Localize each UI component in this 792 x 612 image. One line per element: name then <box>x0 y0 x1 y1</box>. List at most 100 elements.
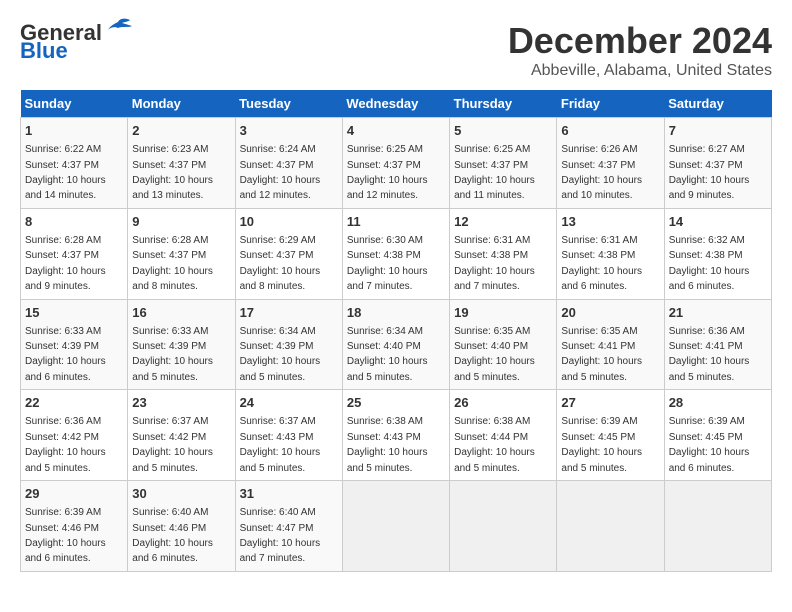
day-detail: Sunrise: 6:25 AMSunset: 4:37 PMDaylight:… <box>347 144 428 201</box>
calendar-cell: 3 Sunrise: 6:24 AMSunset: 4:37 PMDayligh… <box>235 118 342 209</box>
day-number: 4 <box>347 122 445 140</box>
day-number: 19 <box>454 304 552 322</box>
calendar-header-row: SundayMondayTuesdayWednesdayThursdayFrid… <box>21 90 772 118</box>
calendar-cell: 10 Sunrise: 6:29 AMSunset: 4:37 PMDaylig… <box>235 208 342 299</box>
day-detail: Sunrise: 6:35 AMSunset: 4:40 PMDaylight:… <box>454 326 535 383</box>
day-number: 2 <box>132 122 230 140</box>
day-detail: Sunrise: 6:39 AMSunset: 4:45 PMDaylight:… <box>669 416 750 473</box>
page-title: December 2024 <box>508 20 772 62</box>
calendar-cell: 27 Sunrise: 6:39 AMSunset: 4:45 PMDaylig… <box>557 390 664 481</box>
header-thursday: Thursday <box>450 90 557 118</box>
day-number: 15 <box>25 304 123 322</box>
calendar-week-2: 8 Sunrise: 6:28 AMSunset: 4:37 PMDayligh… <box>21 208 772 299</box>
calendar-cell: 7 Sunrise: 6:27 AMSunset: 4:37 PMDayligh… <box>664 118 771 209</box>
calendar-cell: 16 Sunrise: 6:33 AMSunset: 4:39 PMDaylig… <box>128 299 235 390</box>
calendar-cell <box>557 481 664 572</box>
calendar-week-1: 1 Sunrise: 6:22 AMSunset: 4:37 PMDayligh… <box>21 118 772 209</box>
day-detail: Sunrise: 6:28 AMSunset: 4:37 PMDaylight:… <box>25 235 106 292</box>
logo-blue: Blue <box>20 38 68 64</box>
day-detail: Sunrise: 6:36 AMSunset: 4:42 PMDaylight:… <box>25 416 106 473</box>
calendar-cell: 28 Sunrise: 6:39 AMSunset: 4:45 PMDaylig… <box>664 390 771 481</box>
day-number: 22 <box>25 394 123 412</box>
calendar-table: SundayMondayTuesdayWednesdayThursdayFrid… <box>20 90 772 572</box>
calendar-cell: 18 Sunrise: 6:34 AMSunset: 4:40 PMDaylig… <box>342 299 449 390</box>
header-saturday: Saturday <box>664 90 771 118</box>
day-detail: Sunrise: 6:40 AMSunset: 4:47 PMDaylight:… <box>240 507 321 564</box>
calendar-week-4: 22 Sunrise: 6:36 AMSunset: 4:42 PMDaylig… <box>21 390 772 481</box>
day-number: 14 <box>669 213 767 231</box>
day-detail: Sunrise: 6:24 AMSunset: 4:37 PMDaylight:… <box>240 144 321 201</box>
day-number: 20 <box>561 304 659 322</box>
calendar-cell: 30 Sunrise: 6:40 AMSunset: 4:46 PMDaylig… <box>128 481 235 572</box>
day-detail: Sunrise: 6:34 AMSunset: 4:40 PMDaylight:… <box>347 326 428 383</box>
day-detail: Sunrise: 6:33 AMSunset: 4:39 PMDaylight:… <box>25 326 106 383</box>
calendar-week-3: 15 Sunrise: 6:33 AMSunset: 4:39 PMDaylig… <box>21 299 772 390</box>
day-number: 16 <box>132 304 230 322</box>
day-number: 5 <box>454 122 552 140</box>
day-detail: Sunrise: 6:31 AMSunset: 4:38 PMDaylight:… <box>454 235 535 292</box>
day-detail: Sunrise: 6:23 AMSunset: 4:37 PMDaylight:… <box>132 144 213 201</box>
calendar-cell: 9 Sunrise: 6:28 AMSunset: 4:37 PMDayligh… <box>128 208 235 299</box>
calendar-cell: 12 Sunrise: 6:31 AMSunset: 4:38 PMDaylig… <box>450 208 557 299</box>
day-detail: Sunrise: 6:31 AMSunset: 4:38 PMDaylight:… <box>561 235 642 292</box>
day-number: 28 <box>669 394 767 412</box>
day-number: 3 <box>240 122 338 140</box>
calendar-cell: 13 Sunrise: 6:31 AMSunset: 4:38 PMDaylig… <box>557 208 664 299</box>
calendar-cell: 15 Sunrise: 6:33 AMSunset: 4:39 PMDaylig… <box>21 299 128 390</box>
day-detail: Sunrise: 6:37 AMSunset: 4:42 PMDaylight:… <box>132 416 213 473</box>
day-detail: Sunrise: 6:29 AMSunset: 4:37 PMDaylight:… <box>240 235 321 292</box>
header-sunday: Sunday <box>21 90 128 118</box>
day-number: 26 <box>454 394 552 412</box>
calendar-cell: 23 Sunrise: 6:37 AMSunset: 4:42 PMDaylig… <box>128 390 235 481</box>
calendar-cell: 22 Sunrise: 6:36 AMSunset: 4:42 PMDaylig… <box>21 390 128 481</box>
day-number: 8 <box>25 213 123 231</box>
day-detail: Sunrise: 6:37 AMSunset: 4:43 PMDaylight:… <box>240 416 321 473</box>
day-number: 27 <box>561 394 659 412</box>
day-number: 11 <box>347 213 445 231</box>
logo-bird-icon <box>104 18 132 40</box>
day-number: 10 <box>240 213 338 231</box>
day-detail: Sunrise: 6:27 AMSunset: 4:37 PMDaylight:… <box>669 144 750 201</box>
day-detail: Sunrise: 6:35 AMSunset: 4:41 PMDaylight:… <box>561 326 642 383</box>
day-detail: Sunrise: 6:40 AMSunset: 4:46 PMDaylight:… <box>132 507 213 564</box>
day-number: 23 <box>132 394 230 412</box>
calendar-cell: 29 Sunrise: 6:39 AMSunset: 4:46 PMDaylig… <box>21 481 128 572</box>
day-number: 31 <box>240 485 338 503</box>
day-number: 1 <box>25 122 123 140</box>
calendar-cell <box>342 481 449 572</box>
calendar-cell: 1 Sunrise: 6:22 AMSunset: 4:37 PMDayligh… <box>21 118 128 209</box>
calendar-cell: 17 Sunrise: 6:34 AMSunset: 4:39 PMDaylig… <box>235 299 342 390</box>
day-detail: Sunrise: 6:38 AMSunset: 4:44 PMDaylight:… <box>454 416 535 473</box>
header-monday: Monday <box>128 90 235 118</box>
day-number: 12 <box>454 213 552 231</box>
day-number: 6 <box>561 122 659 140</box>
header-tuesday: Tuesday <box>235 90 342 118</box>
calendar-cell: 14 Sunrise: 6:32 AMSunset: 4:38 PMDaylig… <box>664 208 771 299</box>
calendar-cell: 25 Sunrise: 6:38 AMSunset: 4:43 PMDaylig… <box>342 390 449 481</box>
day-detail: Sunrise: 6:38 AMSunset: 4:43 PMDaylight:… <box>347 416 428 473</box>
calendar-cell: 6 Sunrise: 6:26 AMSunset: 4:37 PMDayligh… <box>557 118 664 209</box>
calendar-cell <box>664 481 771 572</box>
header-wednesday: Wednesday <box>342 90 449 118</box>
day-detail: Sunrise: 6:22 AMSunset: 4:37 PMDaylight:… <box>25 144 106 201</box>
calendar-cell: 24 Sunrise: 6:37 AMSunset: 4:43 PMDaylig… <box>235 390 342 481</box>
day-number: 21 <box>669 304 767 322</box>
day-detail: Sunrise: 6:28 AMSunset: 4:37 PMDaylight:… <box>132 235 213 292</box>
day-detail: Sunrise: 6:32 AMSunset: 4:38 PMDaylight:… <box>669 235 750 292</box>
day-detail: Sunrise: 6:39 AMSunset: 4:45 PMDaylight:… <box>561 416 642 473</box>
header-friday: Friday <box>557 90 664 118</box>
calendar-cell: 4 Sunrise: 6:25 AMSunset: 4:37 PMDayligh… <box>342 118 449 209</box>
day-number: 9 <box>132 213 230 231</box>
day-number: 30 <box>132 485 230 503</box>
day-number: 17 <box>240 304 338 322</box>
day-detail: Sunrise: 6:39 AMSunset: 4:46 PMDaylight:… <box>25 507 106 564</box>
logo: General Blue <box>20 20 132 64</box>
day-detail: Sunrise: 6:30 AMSunset: 4:38 PMDaylight:… <box>347 235 428 292</box>
day-number: 7 <box>669 122 767 140</box>
day-number: 24 <box>240 394 338 412</box>
day-detail: Sunrise: 6:33 AMSunset: 4:39 PMDaylight:… <box>132 326 213 383</box>
calendar-cell: 5 Sunrise: 6:25 AMSunset: 4:37 PMDayligh… <box>450 118 557 209</box>
calendar-cell: 11 Sunrise: 6:30 AMSunset: 4:38 PMDaylig… <box>342 208 449 299</box>
day-number: 18 <box>347 304 445 322</box>
calendar-cell: 19 Sunrise: 6:35 AMSunset: 4:40 PMDaylig… <box>450 299 557 390</box>
